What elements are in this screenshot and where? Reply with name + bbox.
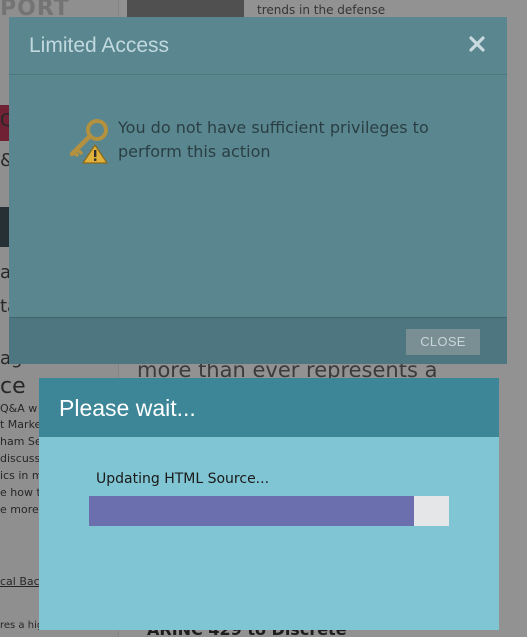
progress-bar: [89, 496, 449, 526]
limited-access-dialog: Limited Access You do not have sufficien…: [9, 17, 507, 364]
dialog-body: You do not have sufficient privileges to…: [9, 75, 507, 317]
dialog-footer: CLOSE: [9, 317, 507, 364]
close-x-icon[interactable]: [468, 35, 486, 53]
dialog-message: You do not have sufficient privileges to…: [118, 118, 429, 161]
close-button[interactable]: CLOSE: [406, 329, 480, 355]
wait-dialog-header: Please wait...: [39, 378, 499, 437]
dialog-title: Limited Access: [29, 34, 170, 57]
wait-status-text: Updating HTML Source...: [96, 471, 270, 487]
key-warning-icon: [65, 115, 115, 165]
progress-fill: [89, 496, 415, 526]
please-wait-dialog: Please wait... Updating HTML Source...: [39, 378, 499, 630]
dialog-header: Limited Access: [9, 17, 507, 75]
wait-dialog-title: Please wait...: [59, 395, 196, 421]
